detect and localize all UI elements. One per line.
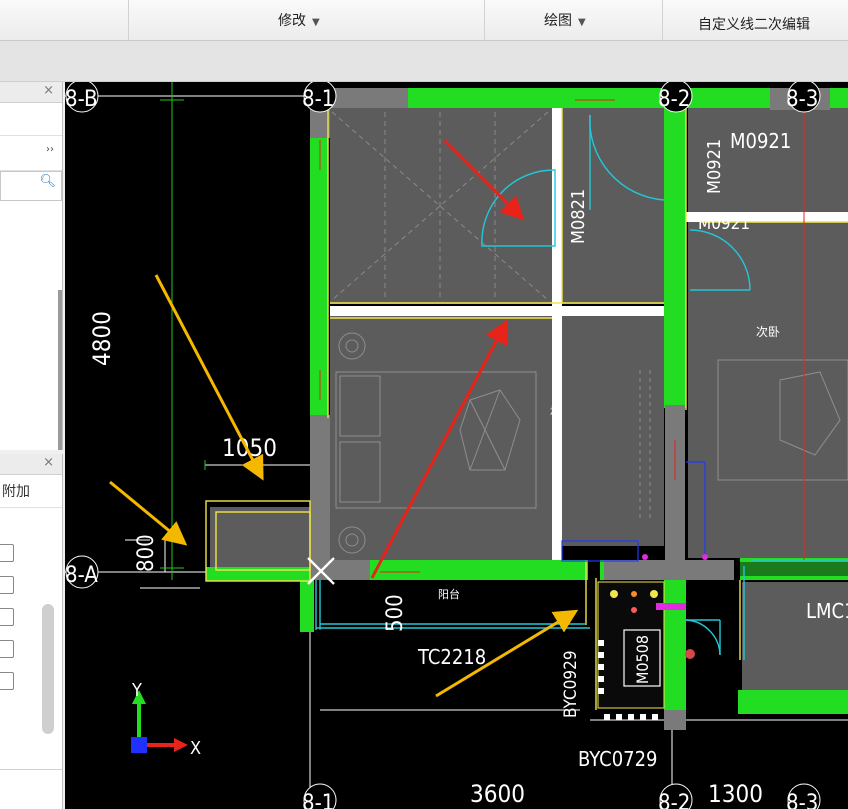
dimension-3600: 3600 <box>470 780 525 808</box>
property-checkbox[interactable] <box>0 672 14 690</box>
panel-nav-row: ›› <box>0 136 62 171</box>
panel-title-bar: × <box>0 454 62 475</box>
close-icon[interactable]: × <box>43 455 54 470</box>
chevron-down-icon: ▼ <box>312 17 320 28</box>
room-fill <box>688 222 848 558</box>
left-panel-bottom: × 附加 <box>0 454 63 809</box>
dark-walls <box>740 562 848 576</box>
app-window: 修改 ▼ 绘图 ▼ 自定义线二次编辑 × ›› 🔍︎ × 附加 8-B 8-A … <box>0 0 848 809</box>
secondary-toolbar <box>0 41 848 82</box>
property-header-row: 附加 <box>0 475 62 508</box>
room-label-bedroom: 次卧 <box>756 325 780 339</box>
search-icon[interactable]: 🔍︎ <box>39 174 56 189</box>
axis-label-8b: 8-B <box>65 87 98 112</box>
property-checkbox[interactable] <box>0 640 14 658</box>
axis-label-81-bottom: 8-1 <box>302 791 334 809</box>
modify-menu[interactable]: 修改 ▼ <box>278 10 320 30</box>
dimension-1050: 1050 <box>222 434 277 462</box>
dimension-800: 800 <box>134 534 159 572</box>
door-tag-m0921-vertical: M0921 <box>704 139 725 194</box>
draw-label: 绘图 <box>544 13 572 29</box>
panel-scrollbar[interactable] <box>58 290 62 450</box>
property-header: 附加 <box>2 484 30 500</box>
axis-label-82-top: 8-2 <box>658 87 690 112</box>
axis-label-83-bottom: 8-3 <box>786 791 818 809</box>
left-panel-top: × ›› 🔍︎ <box>0 82 63 450</box>
chevron-down-icon: ▼ <box>578 17 586 28</box>
panel-title-bar: × <box>0 82 62 103</box>
door-tag-m0921-top: M0921 <box>730 129 791 153</box>
property-checkbox[interactable] <box>0 544 14 562</box>
panel-scrollbar[interactable] <box>42 604 54 734</box>
room-label-balcony: 阳台 <box>438 587 460 601</box>
custom-line-edit-button[interactable]: 自定义线二次编辑 <box>698 14 810 34</box>
ribbon-separator <box>484 0 485 40</box>
ribbon-separator <box>128 0 129 40</box>
double-chevron-right-icon[interactable]: ›› <box>46 144 54 155</box>
axis-label-83-top: 8-3 <box>786 87 818 112</box>
door-tag-m0821: M0821 <box>568 189 589 244</box>
ucs-label-y: Y <box>131 680 142 701</box>
room-label-corridor: 走 <box>550 405 560 417</box>
cad-canvas[interactable]: 8-B 8-A 8-1 8-2 8-3 8-1 8-2 8-3 4800 105… <box>65 82 848 809</box>
ribbon-toolbar: 修改 ▼ 绘图 ▼ 自定义线二次编辑 <box>0 0 848 41</box>
axis-label-81-top: 8-1 <box>302 87 334 112</box>
axis-label-8a: 8-A <box>65 563 98 588</box>
property-checkbox[interactable] <box>0 608 14 626</box>
dimension-4800: 4800 <box>88 311 116 366</box>
close-icon[interactable]: × <box>43 83 54 98</box>
ucs-label-x: X <box>190 738 201 759</box>
ribbon-separator <box>662 0 663 40</box>
axis-label-82-bottom: 8-2 <box>658 791 690 809</box>
panel-spacer-row <box>0 103 62 136</box>
property-checkbox[interactable] <box>0 576 14 594</box>
dimension-1300: 1300 <box>708 780 763 808</box>
draw-menu[interactable]: 绘图 ▼ <box>544 10 586 30</box>
door-tag-lmc: LMC18 <box>806 599 848 623</box>
drawing-svg: 8-B 8-A 8-1 8-2 8-3 8-1 8-2 8-3 4800 105… <box>65 82 848 809</box>
custom-line-edit-label: 自定义线二次编辑 <box>698 17 810 33</box>
dimension-500: 500 <box>383 594 408 632</box>
modify-label: 修改 <box>278 13 306 29</box>
room-fill <box>562 316 664 546</box>
search-row: 🔍︎ <box>0 171 62 201</box>
equipment-area <box>597 581 665 709</box>
window-tag-byc0929: BYC0929 <box>561 650 581 718</box>
dimension-lines <box>160 82 263 580</box>
door-tag-m0508: M0508 <box>633 635 652 684</box>
window-tag-byc0729: BYC0729 <box>578 747 658 771</box>
panel-divider <box>0 769 62 770</box>
door-tag-m0921-partial: M0921 <box>698 214 750 234</box>
window-tag-tc2218: TC2218 <box>417 645 486 669</box>
